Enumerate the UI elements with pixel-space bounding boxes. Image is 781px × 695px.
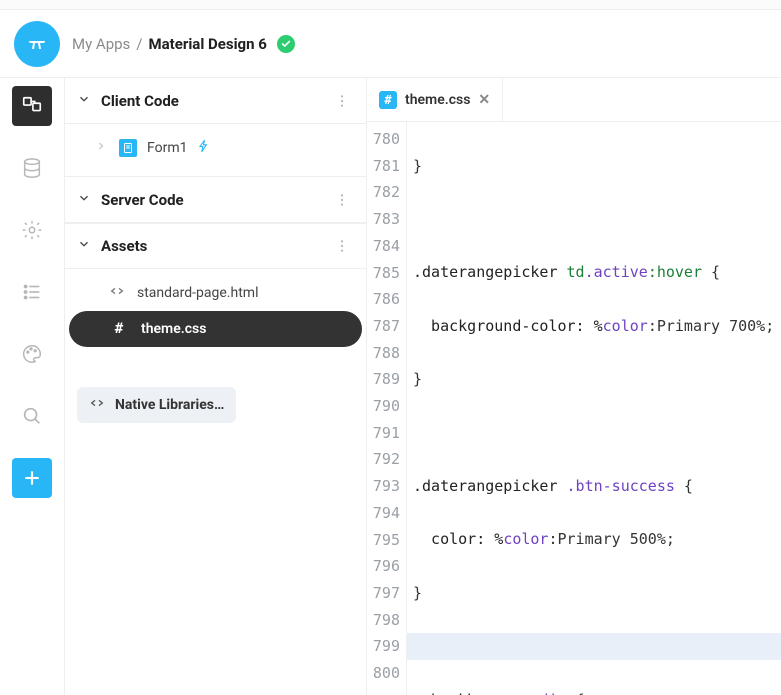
breadcrumb-app[interactable]: Material Design 6 <box>149 35 267 53</box>
editor-tabs: # theme.css ✕ <box>367 78 781 122</box>
kebab-icon[interactable] <box>330 234 354 258</box>
rail-database[interactable] <box>12 148 52 188</box>
section-title: Assets <box>101 237 330 255</box>
breadcrumb-sep: / <box>136 35 142 53</box>
breadcrumb: My Apps / Material Design 6 <box>72 35 295 53</box>
chevron-down-icon <box>77 191 91 209</box>
chevron-down-icon <box>77 237 91 255</box>
anvil-logo <box>14 21 60 67</box>
nav-rail <box>0 78 64 695</box>
saved-check-icon <box>277 35 295 53</box>
chevron-down-icon <box>77 92 91 110</box>
section-server-code[interactable]: Server Code <box>65 177 366 223</box>
hash-icon: # <box>379 91 397 109</box>
native-libraries-chip[interactable]: Native Libraries… <box>77 387 236 423</box>
rail-explorer[interactable] <box>12 86 52 126</box>
asset-label: theme.css <box>141 321 206 337</box>
close-icon[interactable]: ✕ <box>478 92 490 108</box>
section-assets[interactable]: Assets <box>65 223 366 269</box>
section-title: Client Code <box>101 92 330 110</box>
code-icon <box>89 395 105 415</box>
rail-outline[interactable] <box>12 272 52 312</box>
editor-area: # theme.css ✕ 780 781 782 783 784 785 78… <box>367 78 781 695</box>
code-content[interactable]: } .daterangepicker td.active:hover { bac… <box>407 122 781 695</box>
native-libs-label: Native Libraries… <box>115 397 224 413</box>
line-gutter: 780 781 782 783 784 785 786 787 788 789 … <box>367 122 407 695</box>
hash-icon: # <box>109 319 129 339</box>
kebab-icon[interactable] <box>330 89 354 113</box>
form-icon <box>119 139 137 157</box>
file-label: Form1 <box>147 140 187 156</box>
asset-label: standard-page.html <box>137 285 258 301</box>
rail-search[interactable] <box>12 396 52 436</box>
code-icon <box>109 283 125 303</box>
rail-add-button[interactable] <box>12 458 52 498</box>
asset-standard-page[interactable]: standard-page.html <box>65 275 366 311</box>
kebab-icon[interactable] <box>330 188 354 212</box>
app-header: My Apps / Material Design 6 <box>0 10 781 78</box>
asset-theme-css[interactable]: # theme.css <box>69 311 362 347</box>
breadcrumb-root[interactable]: My Apps <box>72 35 130 53</box>
tab-label: theme.css <box>405 92 470 108</box>
section-title: Server Code <box>101 191 330 209</box>
lightning-icon <box>197 139 211 157</box>
tab-theme-css[interactable]: # theme.css ✕ <box>367 78 503 121</box>
section-client-code[interactable]: Client Code <box>65 78 366 124</box>
chevron-right-icon <box>95 140 109 156</box>
file-form1[interactable]: Form1 <box>65 130 366 166</box>
code-editor[interactable]: 780 781 782 783 784 785 786 787 788 789 … <box>367 122 781 695</box>
rail-theme[interactable] <box>12 334 52 374</box>
rail-settings[interactable] <box>12 210 52 250</box>
explorer-sidebar: Client Code Form1 <box>64 78 367 695</box>
